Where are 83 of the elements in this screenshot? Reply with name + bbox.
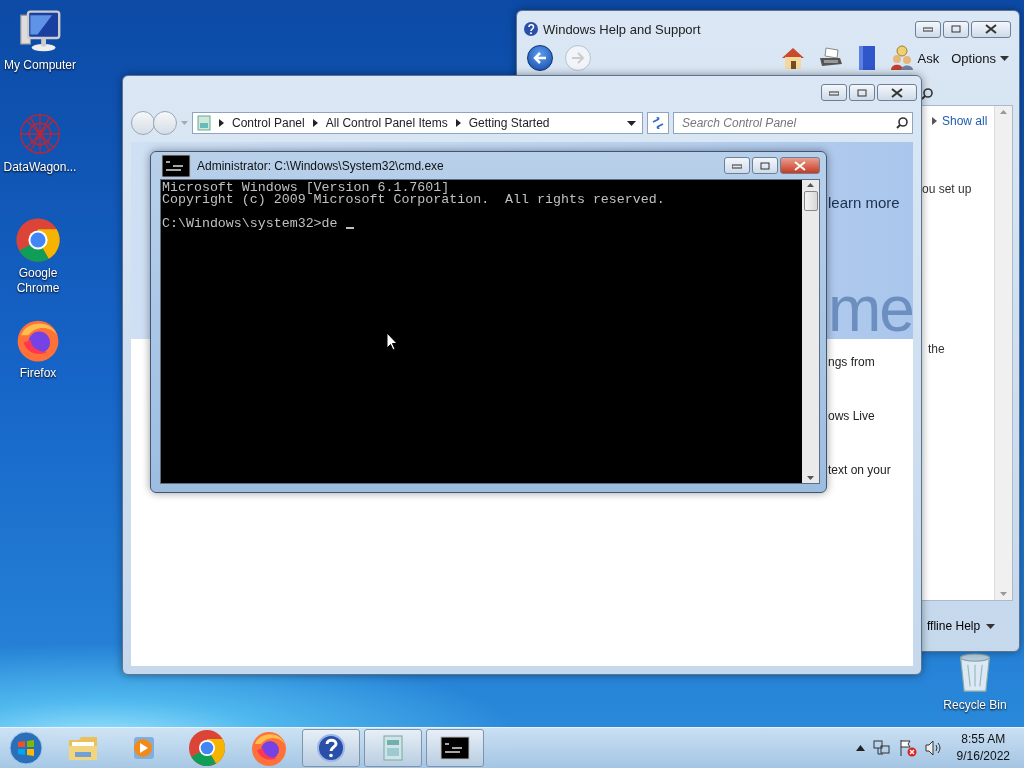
desktop-icon-label[interactable]: Firefox bbox=[19, 366, 57, 381]
task-description: ngs from bbox=[828, 355, 876, 369]
address-bar[interactable]: Control Panel All Control Panel Items Getting Started bbox=[192, 112, 643, 134]
help-text: the bbox=[927, 342, 946, 356]
desktop-icon-label[interactable]: Google Chrome bbox=[8, 266, 68, 296]
help-icon bbox=[523, 21, 539, 37]
breadcrumb-item[interactable]: Control Panel bbox=[232, 116, 305, 130]
search-field[interactable]: Search Control Panel bbox=[673, 112, 913, 134]
maximize-button[interactable] bbox=[943, 20, 969, 38]
maximize-button[interactable] bbox=[752, 157, 778, 174]
command-prompt-icon bbox=[440, 736, 470, 760]
minimize-button[interactable] bbox=[724, 157, 750, 174]
clock-date: 9/16/2022 bbox=[956, 748, 1010, 765]
clock-time: 8:55 AM bbox=[961, 731, 1006, 748]
maximize-icon bbox=[760, 161, 770, 170]
back-arrow-icon bbox=[533, 52, 547, 64]
close-button[interactable] bbox=[877, 84, 917, 101]
mouse-pointer-icon bbox=[386, 332, 398, 351]
task-description: text on your bbox=[828, 463, 892, 477]
control-panel-icon bbox=[197, 115, 211, 131]
caret-icon bbox=[1000, 55, 1009, 61]
learn-more-link[interactable]: learn more bbox=[828, 194, 913, 211]
scroll-up-icon[interactable] bbox=[807, 183, 814, 187]
refresh-icon bbox=[651, 117, 665, 129]
dropdown-arrow-icon bbox=[986, 623, 996, 629]
chrome-icon bbox=[14, 216, 62, 264]
help-icon bbox=[316, 733, 346, 763]
options-button[interactable]: Options bbox=[951, 50, 1009, 66]
start-orb-icon bbox=[9, 731, 43, 765]
console-output[interactable]: Microsoft Windows [Version 6.1.7601] Copyright (c) 2009 Microsoft Corporation. All rights reserved. C:\Windows\system32>de bbox=[161, 180, 802, 483]
close-icon bbox=[985, 24, 997, 34]
breadcrumb-item[interactable]: Getting Started bbox=[468, 116, 550, 130]
ask-button[interactable]: Ask bbox=[917, 50, 940, 66]
desktop-icon-label[interactable]: DataWagon... bbox=[3, 160, 77, 175]
minimize-icon bbox=[829, 89, 839, 96]
taskbar-button[interactable] bbox=[302, 729, 360, 767]
breadcrumb-arrow-icon[interactable] bbox=[455, 119, 461, 127]
taskbar-button[interactable] bbox=[426, 729, 484, 767]
maximize-icon bbox=[857, 88, 867, 97]
scroll-down-icon[interactable] bbox=[807, 476, 814, 480]
window-title: Administrator: C:\Windows\System32\cmd.exe bbox=[197, 158, 444, 173]
task-description: ows Live bbox=[828, 409, 876, 423]
network-icon[interactable] bbox=[872, 740, 891, 756]
close-button[interactable] bbox=[971, 20, 1011, 38]
clock[interactable]: 8:55 AM 9/16/2022 bbox=[950, 731, 1016, 765]
window-title: Windows Help and Support bbox=[543, 21, 701, 37]
close-icon bbox=[794, 160, 806, 171]
flag-warning-icon[interactable] bbox=[898, 739, 917, 757]
maximize-icon bbox=[951, 25, 961, 33]
show-all-link[interactable]: Show all bbox=[942, 114, 988, 128]
text-cursor bbox=[345, 227, 354, 229]
offline-help-button[interactable]: ffline Help bbox=[927, 619, 981, 633]
maximize-button[interactable] bbox=[849, 84, 875, 101]
close-button[interactable] bbox=[780, 157, 820, 174]
people-icon[interactable] bbox=[889, 45, 914, 71]
chrome-icon bbox=[187, 728, 227, 768]
desktop-icon-label[interactable]: Recycle Bin bbox=[943, 698, 1007, 713]
search-icon bbox=[896, 117, 908, 129]
minimize-button[interactable] bbox=[915, 20, 941, 38]
breadcrumb-arrow-icon[interactable] bbox=[312, 119, 318, 127]
volume-icon[interactable] bbox=[924, 740, 943, 756]
forward-arrow-icon bbox=[571, 52, 585, 64]
minimize-button[interactable] bbox=[821, 84, 847, 101]
console-line: Microsoft Windows [Version 6.1.7601] bbox=[162, 182, 450, 194]
dropdown-arrow-icon[interactable] bbox=[627, 120, 636, 126]
console-prompt: C:\Windows\system32>de bbox=[162, 218, 338, 230]
expand-arrow-icon bbox=[932, 117, 937, 125]
refresh-button[interactable] bbox=[647, 112, 669, 134]
help-text: ou set up bbox=[922, 182, 973, 196]
close-icon bbox=[891, 87, 903, 98]
breadcrumb-item[interactable]: All Control Panel Items bbox=[325, 116, 448, 130]
search-icon[interactable] bbox=[921, 88, 933, 100]
desktop-icon-label[interactable]: My Computer bbox=[4, 58, 76, 73]
scroll-thumb[interactable] bbox=[803, 191, 818, 211]
command-prompt-icon bbox=[161, 153, 191, 178]
scrollbar[interactable] bbox=[802, 180, 819, 483]
minimize-icon bbox=[732, 162, 742, 169]
banner-heading: me bbox=[828, 279, 913, 339]
breadcrumb-arrow-icon[interactable] bbox=[219, 119, 224, 127]
console-line: Copyright (c) 2009 Microsoft Corporation. All rights reserved. bbox=[162, 194, 666, 206]
back-button[interactable] bbox=[527, 45, 553, 71]
show-hidden-icons-icon[interactable] bbox=[855, 745, 865, 751]
minimize-icon bbox=[923, 26, 933, 32]
